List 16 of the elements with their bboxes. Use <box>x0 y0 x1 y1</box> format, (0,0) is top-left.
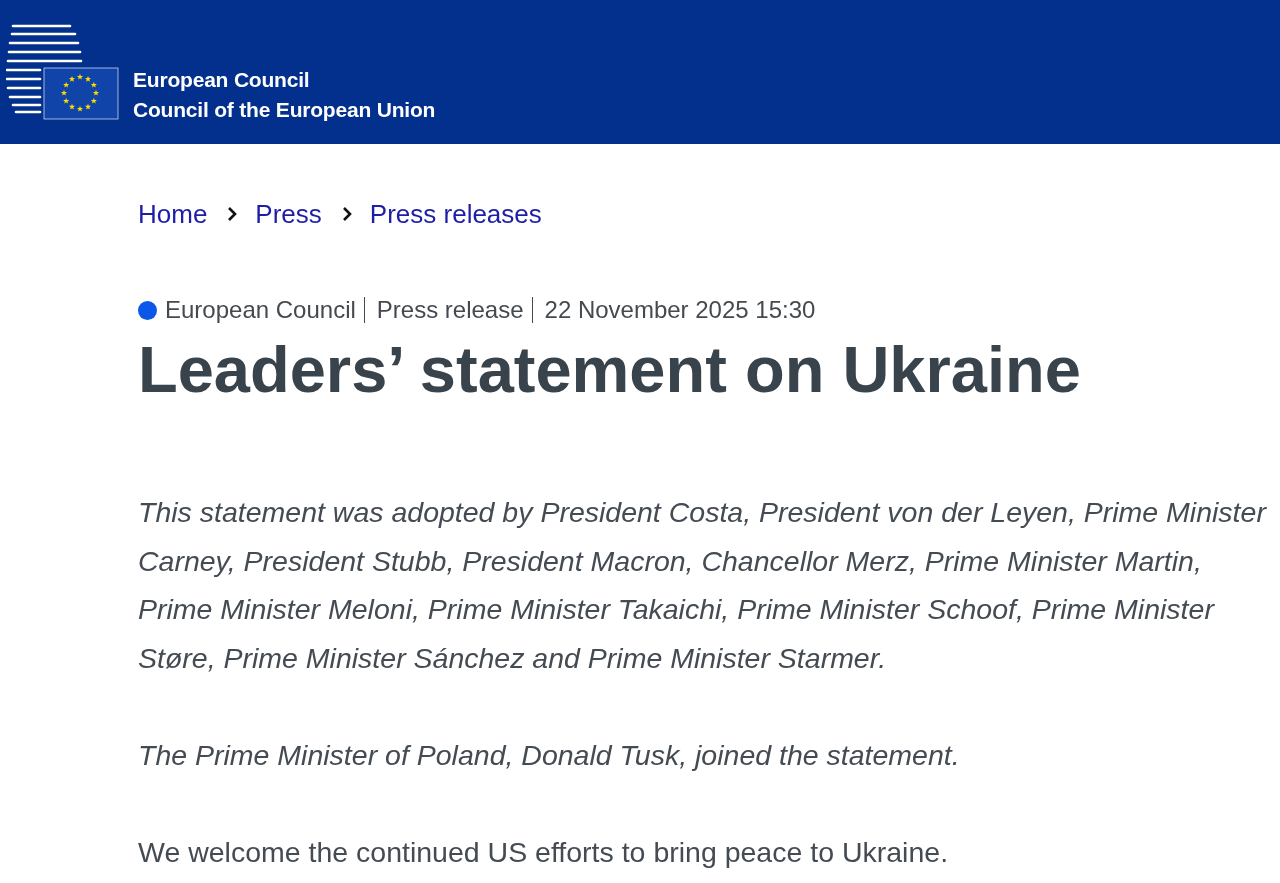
paragraph-text: The Prime Minister of Poland, Donald Tusk, joined the statement. <box>138 737 961 773</box>
page-title: Leaders’ statement on Ukraine <box>138 335 1082 405</box>
paragraph-text: We welcome the continued US efforts to bring peace to Ukraine. <box>138 834 950 870</box>
breadcrumb-link[interactable]: Press <box>255 198 322 230</box>
meta-text: 22 November 2025 15:30 <box>531 297 816 323</box>
meta-text: European Council <box>165 295 356 325</box>
chevron-right-icon <box>227 206 238 222</box>
breadcrumb-link[interactable]: Home <box>138 198 208 230</box>
meta-text: Press release <box>363 297 524 323</box>
paragraph-text: This statement was adopted by President Costa, President von der Leyen, Prime Minister Carney, President Stubb, President Macron, Chancellor Merz, Prime Minister Martin, Prime Minister Meloni, Prime Minister Takaichi, Prime Minister Schoof, Prime Minister Støre, Prime Minister Sánchez and Prime Minister Starmer. <box>138 495 1268 676</box>
organization-name[interactable]: European Council <box>133 65 436 95</box>
category-dot-icon <box>138 300 157 320</box>
organization-name[interactable]: Council of the European Union <box>133 95 436 125</box>
council-logo-icon[interactable] <box>6 22 122 122</box>
breadcrumb-link[interactable]: Press releases <box>369 198 542 230</box>
chevron-right-icon <box>341 206 352 222</box>
